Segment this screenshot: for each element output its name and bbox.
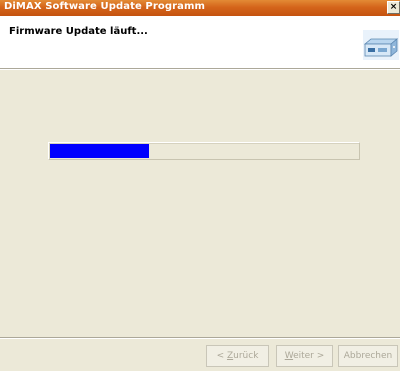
back-label: urück (233, 351, 259, 361)
title-bar[interactable]: DiMAX Software Update Programm × (0, 0, 400, 16)
cancel-button[interactable]: Abbrechen (338, 345, 398, 367)
page-heading: Firmware Update läuft... (9, 26, 148, 37)
header-separator (0, 68, 400, 70)
firmware-progress-bar (48, 142, 360, 160)
wizard-header: Firmware Update läuft... (0, 16, 400, 68)
wizard-window: DiMAX Software Update Programm × Firmwar… (0, 0, 400, 371)
device-icon (363, 30, 399, 60)
window-title: DiMAX Software Update Programm (4, 1, 206, 12)
next-button[interactable]: Weiter > (276, 345, 333, 367)
footer-separator (0, 337, 400, 339)
back-prefix: < (216, 351, 227, 361)
back-button[interactable]: < Zurück (206, 345, 269, 367)
next-label: eiter > (293, 351, 325, 361)
next-mnemonic: W (284, 351, 294, 361)
cancel-label: Abbrechen (343, 351, 393, 361)
progress-fill (50, 144, 149, 158)
close-button[interactable]: × (387, 1, 400, 14)
close-icon: × (389, 2, 398, 12)
